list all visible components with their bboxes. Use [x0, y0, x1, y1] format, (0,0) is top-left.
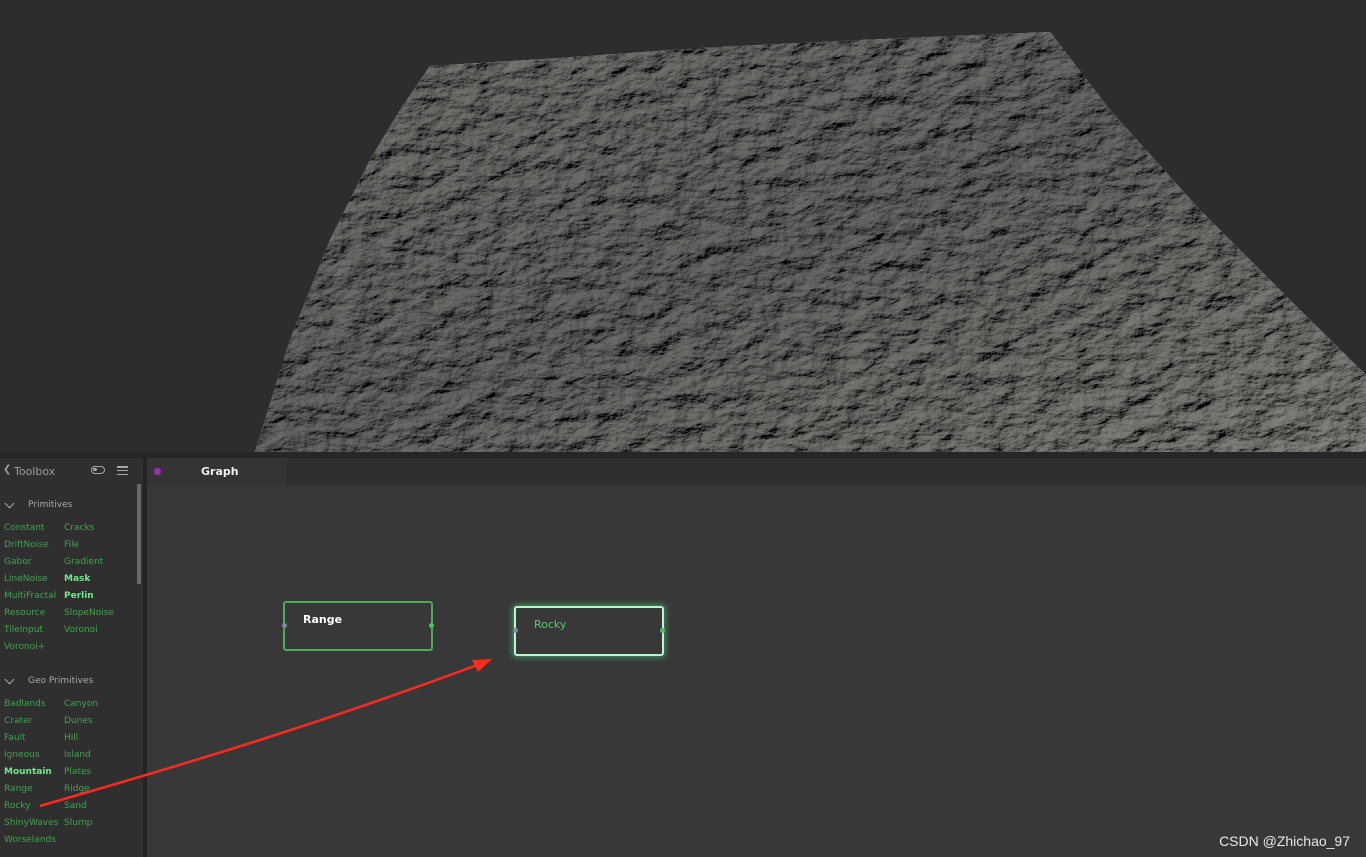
graph-tab-label: Graph — [201, 465, 239, 478]
tool-item-mask[interactable]: Mask — [64, 571, 130, 588]
toolbox-scrollbar[interactable] — [137, 484, 141, 584]
tool-item-driftnoise[interactable]: DriftNoise — [4, 537, 64, 554]
tool-item-multifractal[interactable]: MultiFractal — [4, 588, 64, 605]
output-port[interactable] — [660, 628, 665, 633]
terrain-surface — [255, 32, 1366, 452]
tool-item-ridge[interactable]: Ridge — [64, 781, 130, 798]
tool-item-canyon[interactable]: Canyon — [64, 696, 130, 713]
tool-item-tileinput[interactable]: TileInput — [4, 622, 64, 639]
tool-item-resource[interactable]: Resource — [4, 605, 64, 622]
toolbox-panel: ❮ Toolbox Primitives Constant Cracks Drift… — [0, 458, 143, 857]
tool-item-file[interactable]: File — [64, 537, 130, 554]
node-title: Range — [303, 613, 343, 626]
section-title: Geo Primitives — [28, 676, 94, 686]
tool-item-sand[interactable]: Sand — [64, 798, 130, 815]
tool-item-igneous[interactable]: Igneous — [4, 747, 64, 764]
tool-item-slopenoise[interactable]: SlopeNoise — [64, 605, 130, 622]
terrain-render — [255, 32, 1366, 452]
tool-item-range[interactable]: Range — [4, 781, 64, 798]
tool-item-gabor[interactable]: Gabor — [4, 554, 64, 571]
tool-item-voronoi[interactable]: Voronoi — [64, 622, 130, 639]
tool-item-mountain[interactable]: Mountain — [4, 764, 64, 781]
input-port[interactable] — [513, 628, 518, 633]
watermark: CSDN @Zhichao_97 — [1219, 833, 1350, 849]
node-range[interactable]: Range — [282, 601, 434, 651]
chevron-left-icon[interactable]: ❮ — [3, 464, 11, 475]
tool-item-badlands[interactable]: Badlands — [4, 696, 64, 713]
tool-item-plates[interactable]: Plates — [64, 764, 130, 781]
tool-item-voronoi-[interactable]: Voronoi+ — [4, 639, 64, 656]
tool-item-dunes[interactable]: Dunes — [64, 713, 130, 730]
tool-item-worselands[interactable]: Worselands — [4, 832, 64, 849]
section-title: Primitives — [28, 500, 73, 510]
chevron-down-icon[interactable] — [4, 498, 15, 509]
tool-item-cracks[interactable]: Cracks — [64, 520, 130, 537]
node-rocky[interactable]: Rocky — [513, 606, 665, 656]
graph-status-icon — [154, 468, 161, 475]
tool-item-shinywaves[interactable]: ShinyWaves — [4, 815, 64, 832]
output-port[interactable] — [429, 623, 434, 628]
section-geo-primitives[interactable]: Geo Primitives — [0, 674, 130, 690]
tab-graph[interactable]: Graph — [147, 458, 286, 486]
geo-primitives-list: Badlands Canyon Crater Dunes Fault Hill Igneou… — [4, 696, 134, 849]
tool-item-linenoise[interactable]: LineNoise — [4, 571, 64, 588]
tool-item-island[interactable]: Island — [64, 747, 130, 764]
chevron-down-icon[interactable] — [4, 674, 15, 685]
toolbox-title: Toolbox — [14, 465, 56, 478]
toggle-icon[interactable] — [91, 466, 105, 474]
graph-tabbar: Graph — [147, 458, 1366, 486]
tool-item-hill[interactable]: Hill — [64, 730, 130, 747]
tool-item-perlin[interactable]: Perlin — [64, 588, 130, 605]
tool-item-rocky[interactable]: Rocky — [4, 798, 64, 815]
section-primitives[interactable]: Primitives — [0, 498, 130, 514]
tool-item-slump[interactable]: Slump — [64, 815, 130, 832]
graph-panel[interactable]: Graph Range Rocky — [147, 458, 1366, 857]
primitives-list: Constant Cracks DriftNoise File Gabor Gradien… — [4, 520, 134, 656]
node-title: Rocky — [534, 618, 567, 631]
terrain-viewport[interactable] — [0, 0, 1366, 452]
toolbox-header: ❮ Toolbox — [0, 458, 143, 484]
menu-icon[interactable] — [117, 466, 128, 476]
tool-item-constant[interactable]: Constant — [4, 520, 64, 537]
tool-item-gradient[interactable]: Gradient — [64, 554, 130, 571]
tool-item-crater[interactable]: Crater — [4, 713, 64, 730]
tool-item-fault[interactable]: Fault — [4, 730, 64, 747]
input-port[interactable] — [282, 623, 287, 628]
